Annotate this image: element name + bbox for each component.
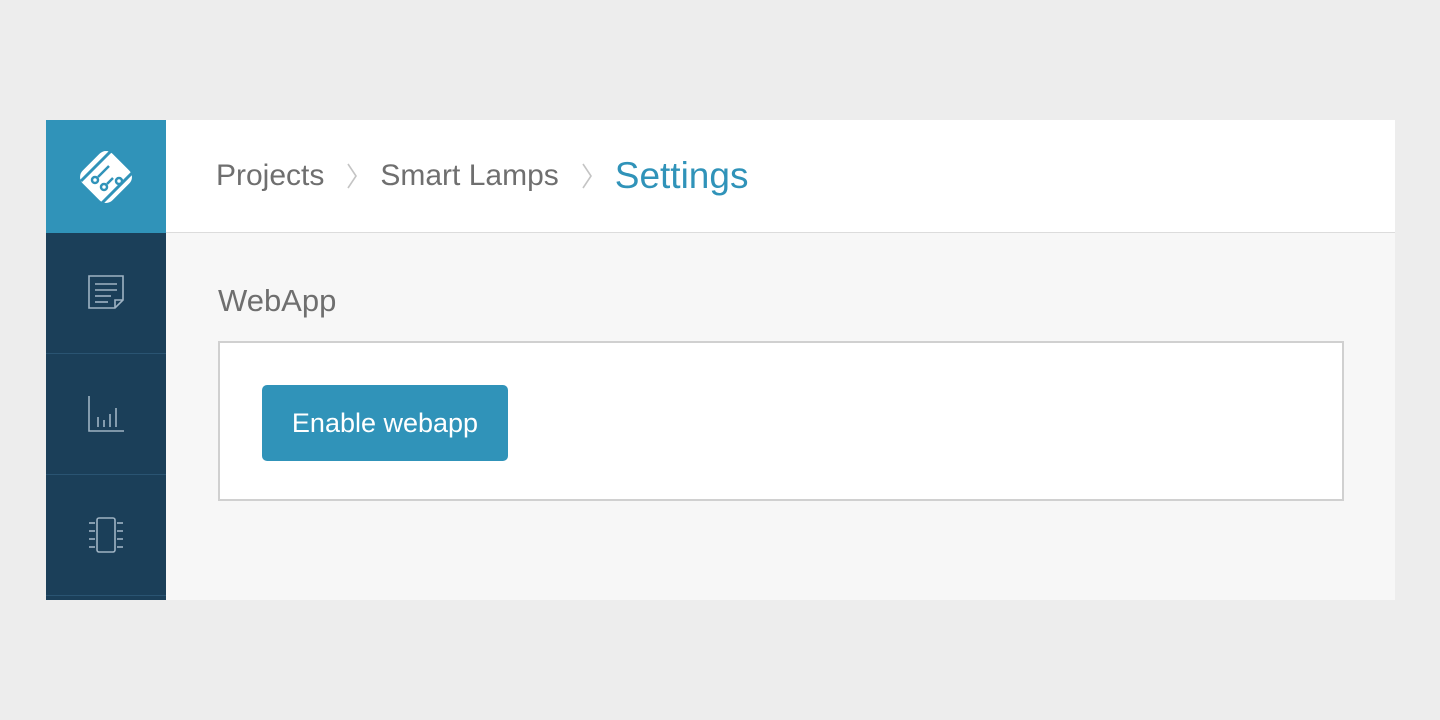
breadcrumb: Projects Smart Lamps Settings <box>166 120 1395 233</box>
chip-icon <box>89 517 123 553</box>
breadcrumb-item-projects[interactable]: Projects <box>216 159 324 193</box>
chevron-right-icon <box>581 163 593 189</box>
enable-webapp-button[interactable]: Enable webapp <box>262 385 508 461</box>
sidebar-item-analytics[interactable] <box>46 354 166 475</box>
chevron-right-icon <box>346 163 358 189</box>
breadcrumb-current-settings: Settings <box>614 155 749 196</box>
bar-chart-icon <box>88 396 124 432</box>
diamond-circuit-logo-icon <box>79 145 134 208</box>
main-panel: Projects Smart Lamps Settings WebApp Ena… <box>166 120 1395 600</box>
section-title: WebApp <box>218 283 337 318</box>
webapp-section: WebApp Enable webapp <box>166 233 1395 501</box>
app-window: Projects Smart Lamps Settings WebApp Ena… <box>46 120 1395 600</box>
logo[interactable] <box>46 120 166 233</box>
webapp-card: Enable webapp <box>218 341 1344 501</box>
sidebar <box>46 120 166 600</box>
document-icon <box>88 275 124 309</box>
breadcrumb-item-smart-lamps[interactable]: Smart Lamps <box>380 159 558 193</box>
sidebar-item-documents[interactable] <box>46 233 166 354</box>
sidebar-item-devices[interactable] <box>46 475 166 596</box>
